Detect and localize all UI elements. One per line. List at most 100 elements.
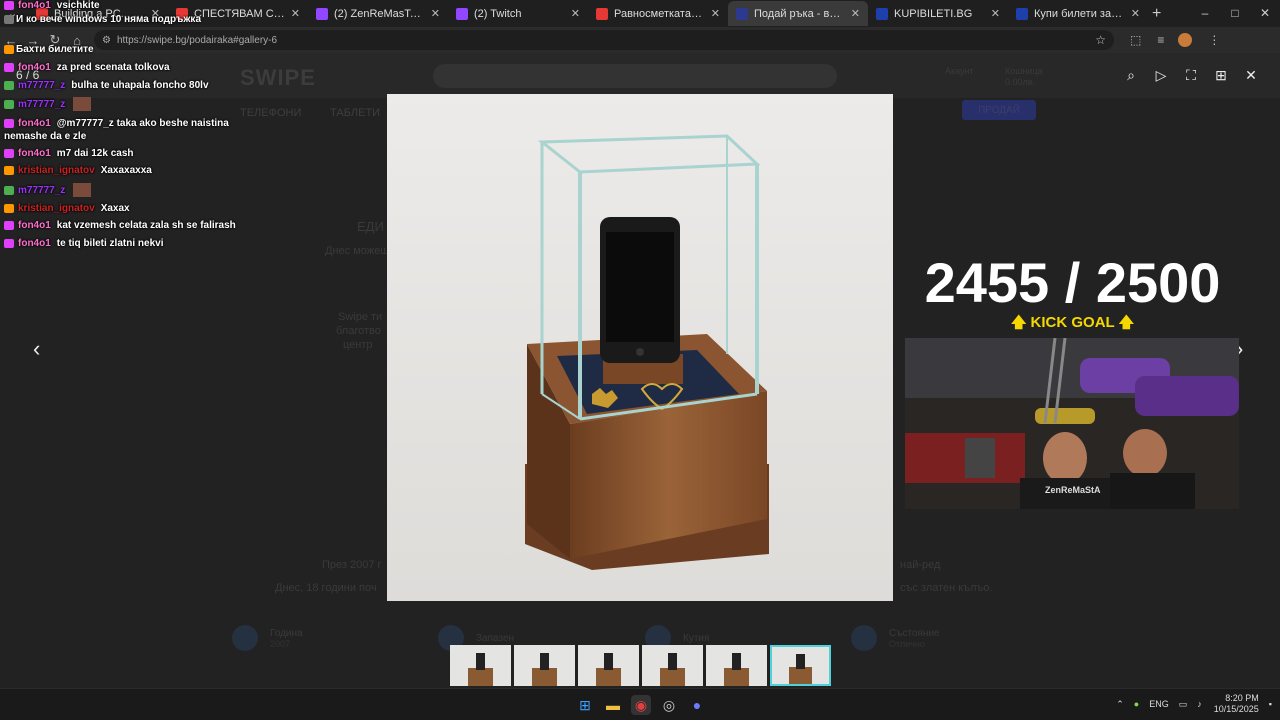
volume-icon[interactable]: ♪ xyxy=(1197,699,1202,709)
thumb-phone xyxy=(603,653,614,670)
chat-badge-icon xyxy=(4,45,14,54)
chat-message: m77777_z bulha te uhapala foncho 80lv xyxy=(4,80,209,91)
gallery-toolbar: ⌕ ▷ ⛶ ⊞ ✕ xyxy=(1116,66,1266,84)
file-explorer-icon[interactable]: ▬ xyxy=(603,695,623,715)
profile-avatar[interactable] xyxy=(1178,33,1193,47)
microphone-icon[interactable]: ● xyxy=(1134,699,1139,709)
close-icon[interactable]: ✕ xyxy=(1236,66,1266,84)
nav-tablets[interactable]: ТАБЛЕТИ xyxy=(330,107,380,119)
gallery-thumbnail[interactable] xyxy=(514,645,575,686)
gallery-thumbnail[interactable] xyxy=(770,645,831,686)
tab-favicon-icon xyxy=(316,7,328,20)
new-tab-button[interactable]: + xyxy=(1152,5,1161,23)
kick-goal-widget: 2455 / 2500 🡅 KICK GOAL 🡅 xyxy=(905,250,1240,337)
browser-tab[interactable]: KUPIBILETI.BG ✕ xyxy=(868,1,1008,26)
gallery-thumbnail[interactable] xyxy=(578,645,639,686)
chat-badge-icon xyxy=(4,185,14,195)
chat-badge-icon xyxy=(4,239,14,248)
tab-title: СПЕСТЯВАМ СИ РЕМОНТ за xyxy=(194,7,285,20)
site-search-input[interactable] xyxy=(433,64,837,88)
tab-close-icon[interactable]: ✕ xyxy=(1131,7,1140,20)
windows-start-icon[interactable]: ⊞ xyxy=(575,695,595,715)
cart-label[interactable]: Кошница xyxy=(1005,66,1043,76)
chat-badge-icon xyxy=(4,166,14,175)
stat-condition: Състояние Отлично xyxy=(851,625,940,651)
sell-button[interactable]: ПРОДАЙ xyxy=(962,100,1036,120)
discord-icon[interactable]: ● xyxy=(687,695,707,715)
chat-message: m77777_z xyxy=(4,183,92,197)
cart-value: 0.00лв. xyxy=(1005,77,1036,87)
minimize-button[interactable]: – xyxy=(1190,0,1220,25)
goal-current: 2455 xyxy=(924,251,1050,314)
browser-tab[interactable]: Купи билети за КЪЩАТА Н ✕ xyxy=(1008,1,1148,26)
thumb-box xyxy=(468,667,493,686)
gallery-main-image xyxy=(387,94,893,601)
menu-icon[interactable]: ⋮ xyxy=(1208,33,1220,47)
tab-close-icon[interactable]: ✕ xyxy=(431,7,440,20)
chat-message: fon4o1 za pred scenata tolkova xyxy=(4,62,170,73)
chat-text: nemashe da e zle xyxy=(4,131,87,142)
gallery-thumbnail[interactable] xyxy=(450,645,511,686)
tab-close-icon[interactable]: ✕ xyxy=(291,7,300,20)
up-arrow-icon: 🡅 xyxy=(1114,314,1135,331)
site-info-icon[interactable]: ⚙ xyxy=(102,35,111,46)
system-clock[interactable]: 8:20 PM 10/15/2025 xyxy=(1214,693,1259,715)
bookmark-star-icon[interactable]: ☆ xyxy=(1095,33,1106,47)
bottom-text-right-2: със златен кълъо. xyxy=(900,582,993,594)
prev-arrow-icon[interactable]: ‹ xyxy=(33,336,40,362)
tab-close-icon[interactable]: ✕ xyxy=(711,7,720,20)
tab-favicon-icon xyxy=(456,7,468,20)
fullscreen-icon[interactable]: ⛶ xyxy=(1176,66,1206,84)
tab-close-icon[interactable]: ✕ xyxy=(991,7,1000,20)
url-input[interactable]: ⚙ https://swipe.bg/podairaka#gallery-6 ☆ xyxy=(94,30,1114,50)
browser-tab[interactable]: (2) Twitch ✕ xyxy=(448,1,588,26)
tab-close-icon[interactable]: ✕ xyxy=(851,7,860,20)
chat-username: kristian_ignatov xyxy=(18,165,95,176)
up-arrow-icon: 🡅 xyxy=(1010,314,1031,331)
thumb-box xyxy=(789,667,812,684)
tray-chevron-icon[interactable]: ⌃ xyxy=(1116,699,1124,710)
network-icon[interactable]: ▭ xyxy=(1179,699,1188,710)
page-subheading: Днес можеш xyxy=(325,245,390,257)
chat-emote-icon xyxy=(73,183,92,197)
chat-text: te tiq bileti zlatni nekvi xyxy=(56,238,164,249)
thumb-box xyxy=(596,667,621,686)
zoom-icon[interactable]: ⌕ xyxy=(1116,66,1146,84)
chrome-icon[interactable]: ◉ xyxy=(631,695,651,715)
webcam-video: ZenReMaStA xyxy=(905,338,1239,509)
grid-icon[interactable]: ⊞ xyxy=(1206,66,1236,84)
site-logo[interactable]: SWIPE xyxy=(240,65,316,91)
account-link[interactable]: Акаунт xyxy=(945,66,974,76)
svg-text:ZenReMaStA: ZenReMaStA xyxy=(1045,485,1101,495)
browser-tab[interactable]: Равносметката - "Къщата н ✕ xyxy=(588,1,728,26)
gallery-thumbnails xyxy=(450,645,831,686)
chat-username: m77777_z xyxy=(18,98,66,110)
para-line-2: благотво xyxy=(336,325,381,337)
maximize-button[interactable]: □ xyxy=(1220,0,1250,25)
extensions-icon[interactable]: ⬚ xyxy=(1130,33,1141,47)
nav-phones[interactable]: ТЕЛЕФОНИ xyxy=(240,107,301,119)
chat-badge-icon xyxy=(4,15,14,24)
close-window-button[interactable]: ✕ xyxy=(1250,0,1280,25)
site-header: SWIPE Акаунт Кошница 0.00лв. xyxy=(0,53,1280,98)
app-icon[interactable]: ◎ xyxy=(659,695,679,715)
gallery-thumbnail[interactable] xyxy=(706,645,767,686)
media-controls-icon[interactable]: ≡ xyxy=(1157,33,1164,47)
chat-badge-icon xyxy=(4,99,14,109)
notification-icon[interactable]: ▪ xyxy=(1269,699,1272,709)
chat-username: m77777_z xyxy=(18,184,66,196)
chat-message: fon4o1 te tiq bileti zlatni nekvi xyxy=(4,238,163,249)
chat-emote-icon xyxy=(73,97,92,111)
gallery-thumbnail[interactable] xyxy=(642,645,703,686)
chat-badge-icon xyxy=(4,221,14,230)
chat-message: nemashe da e zle xyxy=(4,131,86,142)
clock-date: 10/15/2025 xyxy=(1213,704,1259,714)
language-indicator[interactable]: ENG xyxy=(1149,699,1169,709)
tab-close-icon[interactable]: ✕ xyxy=(571,7,580,20)
browser-tab[interactable]: Подай ръка - включи се в ✕ xyxy=(728,1,868,26)
chat-message: kristian_ignatov Xaxax xyxy=(4,203,130,214)
play-icon[interactable]: ▷ xyxy=(1146,66,1176,84)
chat-username: fon4o1 xyxy=(18,62,51,73)
windows-taskbar: ⊞ ▬ ◉ ◎ ● ⌃ ● ENG ▭ ♪ 8:20 PM 10/15/2025… xyxy=(0,688,1280,720)
browser-tab[interactable]: (2) ZenReMasTa - Twitch ✕ xyxy=(308,1,448,26)
